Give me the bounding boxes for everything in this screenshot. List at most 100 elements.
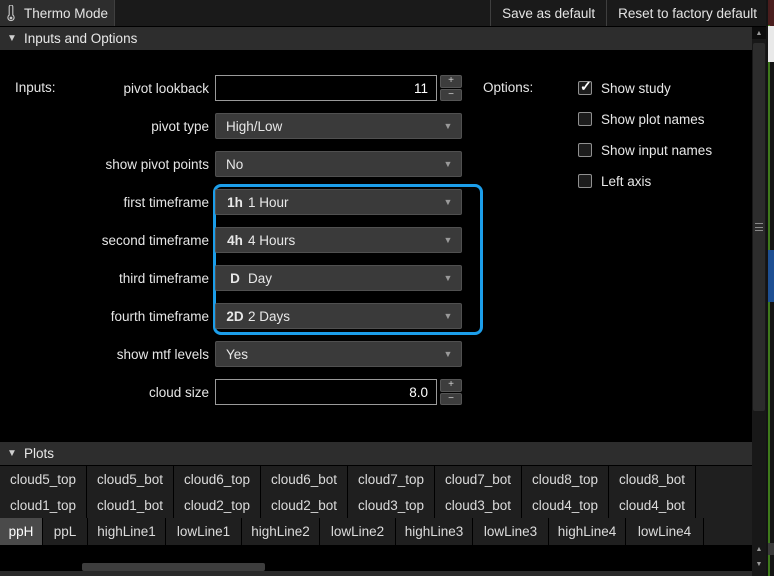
row-pivot-type: pivot type High/Low ▼ bbox=[0, 113, 462, 139]
show-study-label: Show study bbox=[601, 81, 671, 96]
tab-row-filler bbox=[696, 466, 752, 492]
tab-cloud7_bot[interactable]: cloud7_bot bbox=[435, 466, 522, 492]
pivot-lookback-spinner: + − bbox=[215, 75, 462, 101]
inputs-and-options-header[interactable]: ▼ Inputs and Options bbox=[0, 27, 752, 50]
tab-cloud4_top[interactable]: cloud4_top bbox=[522, 492, 609, 518]
tab-cloud8_top[interactable]: cloud8_top bbox=[522, 466, 609, 492]
background-chart-sliver bbox=[766, 0, 774, 576]
plots-header[interactable]: ▼ Plots bbox=[0, 442, 752, 465]
option-show-plot-names: Show plot names bbox=[578, 111, 705, 127]
tab-cloud6_bot[interactable]: cloud6_bot bbox=[261, 466, 348, 492]
tab-highLine2[interactable]: highLine2 bbox=[242, 518, 320, 545]
caret-down-icon: ▼ bbox=[435, 197, 461, 207]
save-as-default-button[interactable]: Save as default bbox=[490, 0, 606, 26]
show-input-names-checkbox[interactable] bbox=[578, 143, 592, 157]
option-show-input-names: Show input names bbox=[578, 142, 712, 158]
cloud-size-spin-buttons: + − bbox=[437, 379, 462, 405]
pivot-type-dropdown[interactable]: High/Low ▼ bbox=[215, 113, 462, 139]
settings-panel: Thermo Mode Save as default Reset to fac… bbox=[0, 0, 774, 576]
first-timeframe-dropdown[interactable]: 1h 1 Hour ▼ bbox=[215, 189, 462, 215]
tab-highLine3[interactable]: highLine3 bbox=[396, 518, 473, 545]
tab-cloud7_top[interactable]: cloud7_top bbox=[348, 466, 435, 492]
tab-lowLine4[interactable]: lowLine4 bbox=[626, 518, 704, 545]
tab-cloud1_bot[interactable]: cloud1_bot bbox=[87, 492, 174, 518]
tab-ppH[interactable]: ppH bbox=[0, 518, 43, 545]
tab-highLine4[interactable]: highLine4 bbox=[549, 518, 626, 545]
chevron-down-icon: ▼ bbox=[0, 33, 24, 44]
thermometer-icon bbox=[6, 5, 16, 22]
scroll-down-icon[interactable]: ▼ bbox=[752, 558, 766, 570]
first-timeframe-label: first timeframe bbox=[0, 195, 215, 210]
row-third-timeframe: third timeframe D Day ▼ bbox=[0, 265, 462, 291]
tab-lowLine3[interactable]: lowLine3 bbox=[473, 518, 549, 545]
topbar-spacer bbox=[115, 0, 490, 26]
tab-cloud1_top[interactable]: cloud1_top bbox=[0, 492, 87, 518]
third-timeframe-abbr: D bbox=[222, 271, 248, 286]
tab-cloud4_bot[interactable]: cloud4_bot bbox=[609, 492, 696, 518]
show-plot-names-label: Show plot names bbox=[601, 112, 705, 127]
show-input-names-label: Show input names bbox=[601, 143, 712, 158]
plots-tab-row-1: cloud5_top cloud5_bot cloud6_top cloud6_… bbox=[0, 466, 752, 492]
increment-button[interactable]: + bbox=[440, 379, 462, 392]
tab-cloud6_top[interactable]: cloud6_top bbox=[174, 466, 261, 492]
inputs-and-options-title: Inputs and Options bbox=[24, 31, 137, 46]
tab-row-filler bbox=[696, 492, 752, 518]
third-timeframe-dropdown[interactable]: D Day ▼ bbox=[215, 265, 462, 291]
vertical-scrollbar[interactable]: ▲ ▲ ▼ bbox=[752, 27, 766, 576]
plots-tab-row-3: ppH ppL highLine1 lowLine1 highLine2 low… bbox=[0, 518, 752, 545]
fourth-timeframe-dropdown[interactable]: 2D 2 Days ▼ bbox=[215, 303, 462, 329]
third-timeframe-value: Day bbox=[248, 271, 435, 286]
fourth-timeframe-value: 2 Days bbox=[248, 309, 435, 324]
bottom-panel-edge bbox=[0, 571, 752, 576]
tab-lowLine1[interactable]: lowLine1 bbox=[166, 518, 242, 545]
increment-button[interactable]: + bbox=[440, 75, 462, 88]
tab-cloud2_bot[interactable]: cloud2_bot bbox=[261, 492, 348, 518]
decrement-button[interactable]: − bbox=[440, 89, 462, 102]
plots-tab-row-2: cloud1_top cloud1_bot cloud2_top cloud2_… bbox=[0, 492, 752, 518]
scroll-up-icon[interactable]: ▲ bbox=[752, 27, 766, 39]
tab-cloud5_bot[interactable]: cloud5_bot bbox=[87, 466, 174, 492]
tab-highLine1[interactable]: highLine1 bbox=[88, 518, 166, 545]
row-pivot-lookback: pivot lookback + − bbox=[0, 75, 462, 101]
vertical-scrollbar-thumb[interactable] bbox=[753, 43, 765, 411]
tab-cloud2_top[interactable]: cloud2_top bbox=[174, 492, 261, 518]
left-axis-checkbox[interactable] bbox=[578, 174, 592, 188]
caret-down-icon: ▼ bbox=[435, 273, 461, 283]
tab-ppL[interactable]: ppL bbox=[43, 518, 88, 545]
caret-down-icon: ▼ bbox=[435, 311, 461, 321]
tab-thermo-mode-label: Thermo Mode bbox=[24, 6, 108, 21]
show-mtf-levels-dropdown[interactable]: Yes ▼ bbox=[215, 341, 462, 367]
scroll-up-icon[interactable]: ▲ bbox=[752, 543, 766, 555]
tab-cloud8_bot[interactable]: cloud8_bot bbox=[609, 466, 696, 492]
caret-down-icon: ▼ bbox=[435, 235, 461, 245]
pivot-lookback-input[interactable] bbox=[215, 75, 437, 101]
tab-thermo-mode[interactable]: Thermo Mode bbox=[0, 0, 115, 26]
pivot-lookback-spin-buttons: + − bbox=[437, 75, 462, 101]
tab-cloud3_top[interactable]: cloud3_top bbox=[348, 492, 435, 518]
second-timeframe-dropdown[interactable]: 4h 4 Hours ▼ bbox=[215, 227, 462, 253]
tab-row-filler bbox=[704, 518, 752, 545]
show-mtf-levels-value: Yes bbox=[226, 347, 435, 362]
first-timeframe-value: 1 Hour bbox=[248, 195, 435, 210]
second-timeframe-label: second timeframe bbox=[0, 233, 215, 248]
options-column-label: Options: bbox=[483, 75, 533, 101]
third-timeframe-label: third timeframe bbox=[0, 271, 215, 286]
plots-title: Plots bbox=[24, 446, 54, 461]
background-gray-block bbox=[768, 543, 774, 555]
show-pivot-points-dropdown[interactable]: No ▼ bbox=[215, 151, 462, 177]
cloud-size-input[interactable] bbox=[215, 379, 437, 405]
top-bar: Thermo Mode Save as default Reset to fac… bbox=[0, 0, 768, 26]
second-timeframe-abbr: 4h bbox=[222, 233, 248, 248]
tab-lowLine2[interactable]: lowLine2 bbox=[320, 518, 396, 545]
left-axis-label: Left axis bbox=[601, 174, 651, 189]
decrement-button[interactable]: − bbox=[440, 393, 462, 406]
tab-cloud3_bot[interactable]: cloud3_bot bbox=[435, 492, 522, 518]
row-first-timeframe: first timeframe 1h 1 Hour ▼ bbox=[0, 189, 462, 215]
horizontal-scrollbar-thumb[interactable] bbox=[82, 563, 265, 571]
reset-to-factory-default-button[interactable]: Reset to factory default bbox=[606, 0, 768, 26]
cloud-size-spinner: + − bbox=[215, 379, 462, 405]
show-plot-names-checkbox[interactable] bbox=[578, 112, 592, 126]
cloud-size-label: cloud size bbox=[0, 385, 215, 400]
show-study-checkbox[interactable] bbox=[578, 81, 592, 95]
tab-cloud5_top[interactable]: cloud5_top bbox=[0, 466, 87, 492]
